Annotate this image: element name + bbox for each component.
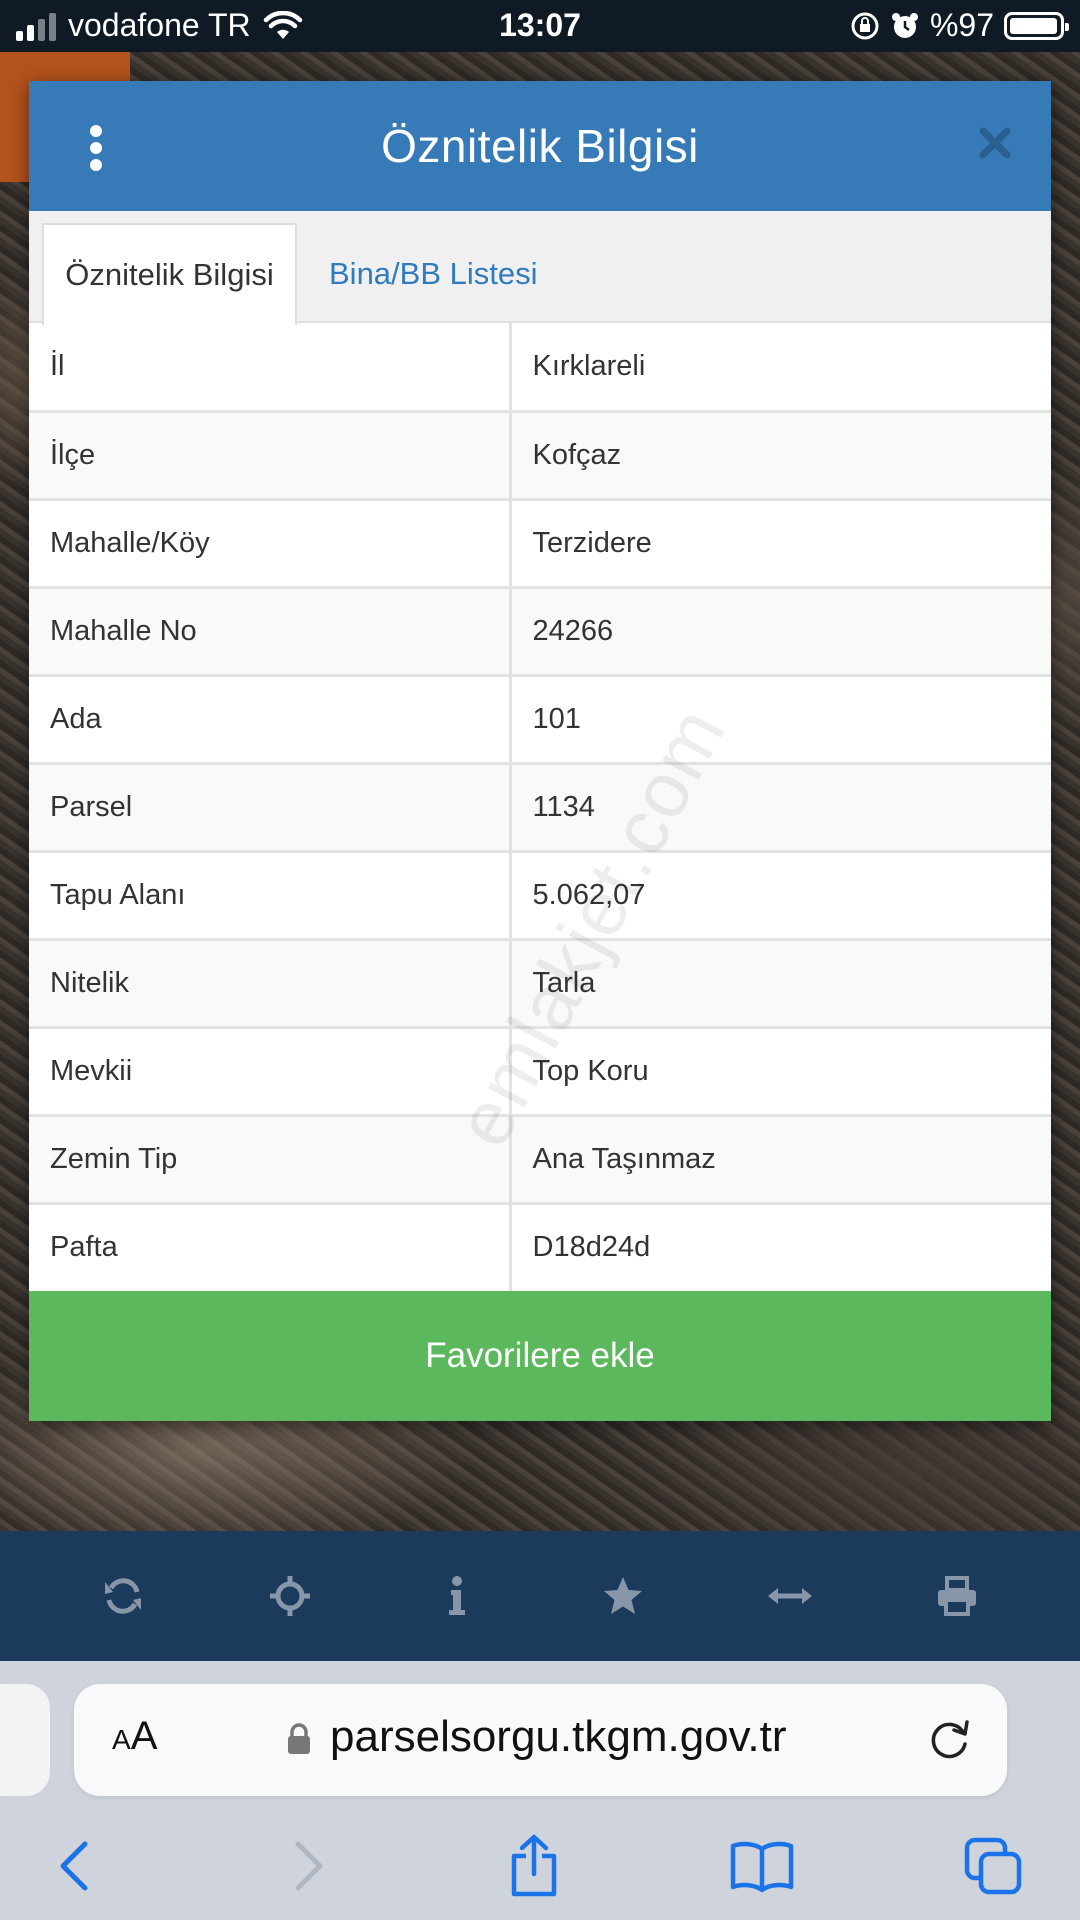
back-icon[interactable] — [35, 1826, 115, 1906]
wifi-icon — [263, 10, 302, 39]
signal-icon — [16, 11, 56, 41]
share-icon[interactable] — [494, 1826, 574, 1906]
table-row: Mahalle No 24266 — [29, 587, 1051, 677]
close-icon[interactable] — [975, 123, 1015, 163]
row-value: Ana Taşınmaz — [510, 1115, 1051, 1205]
table-row: İlçe Kofçaz — [29, 411, 1051, 501]
modal-title: Öznitelik Bilgisi — [381, 120, 699, 172]
table-row: Zemin Tip Ana Taşınmaz — [29, 1115, 1051, 1205]
row-key: Zemin Tip — [29, 1115, 512, 1205]
print-icon[interactable] — [927, 1566, 987, 1626]
address-bar[interactable]: AA parselsorgu.tkgm.gov.tr — [74, 1684, 1007, 1796]
aa-label: AA — [112, 1714, 158, 1758]
refresh-icon[interactable] — [93, 1566, 153, 1626]
table-row: Nitelik Tarla — [29, 939, 1051, 1029]
row-key: Mahalle/Köy — [29, 499, 512, 589]
row-key: Pafta — [29, 1203, 512, 1291]
lock-icon — [288, 1723, 310, 1754]
carrier-label: vodafone TR — [68, 7, 251, 43]
row-key: İl — [29, 323, 512, 413]
row-key: Mahalle No — [29, 587, 512, 677]
table-row: Ada 101 — [29, 675, 1051, 765]
tab-attribute-info[interactable]: Öznitelik Bilgisi — [42, 223, 297, 325]
map-toolbar — [0, 1531, 1080, 1661]
tab-bar: Öznitelik Bilgisi Bina/BB Listesi — [29, 211, 1051, 325]
crosshair-icon[interactable] — [260, 1566, 320, 1626]
browser-nav — [0, 1826, 1080, 1906]
info-icon[interactable] — [427, 1566, 487, 1626]
add-to-favorites-button[interactable]: Favorilere ekle — [29, 1291, 1051, 1421]
row-value: Kofçaz — [510, 411, 1051, 501]
row-key: Tapu Alanı — [29, 851, 512, 941]
previous-tab-preview[interactable] — [0, 1684, 50, 1796]
modal-header: Öznitelik Bilgisi — [29, 81, 1051, 211]
bookmarks-icon[interactable] — [722, 1826, 802, 1906]
row-key: Mevkii — [29, 1027, 512, 1117]
row-key: Ada — [29, 675, 512, 765]
attribute-info-modal: Öznitelik Bilgisi Öznitelik Bilgisi Bina… — [29, 81, 1051, 1421]
row-value: D18d24d — [510, 1203, 1051, 1291]
reader-settings-button[interactable]: AA — [112, 1714, 157, 1759]
forward-icon[interactable] — [268, 1826, 348, 1906]
row-value: 24266 — [510, 587, 1051, 677]
row-value: 101 — [510, 675, 1051, 765]
row-value: Tarla — [510, 939, 1051, 1029]
row-key: Nitelik — [29, 939, 512, 1029]
row-value: Kırklareli — [510, 323, 1051, 413]
attribute-table: İl Kırklareli İlçe Kofçaz Mahalle/Köy Te… — [29, 323, 1051, 1291]
row-value: Terzidere — [510, 499, 1051, 589]
table-row: Parsel 1134 — [29, 763, 1051, 853]
tabs-icon[interactable] — [953, 1826, 1033, 1906]
browser-bar: AA parselsorgu.tkgm.gov.tr — [0, 1661, 1080, 1920]
row-key: Parsel — [29, 763, 512, 853]
table-row: İl Kırklareli — [29, 323, 1051, 413]
table-row: Pafta D18d24d — [29, 1203, 1051, 1291]
url-text: parselsorgu.tkgm.gov.tr — [330, 1712, 787, 1761]
row-value: 1134 — [510, 763, 1051, 853]
battery-icon — [1004, 11, 1069, 40]
measure-icon[interactable] — [760, 1566, 820, 1626]
status-bar: vodafone TR 13:07 %97 — [0, 0, 1080, 52]
row-value: Top Koru — [510, 1027, 1051, 1117]
row-value: 5.062,07 — [510, 851, 1051, 941]
rotation-lock-icon — [851, 12, 879, 39]
alarm-icon — [891, 12, 918, 38]
reload-icon[interactable] — [927, 1716, 973, 1762]
row-key: İlçe — [29, 411, 512, 501]
table-row: Mahalle/Köy Terzidere — [29, 499, 1051, 589]
table-row: Mevkii Top Koru — [29, 1027, 1051, 1117]
table-row: Tapu Alanı 5.062,07 — [29, 851, 1051, 941]
battery-percent: %97 — [929, 7, 994, 43]
star-icon[interactable] — [593, 1566, 653, 1626]
tab-building-list[interactable]: Bina/BB Listesi — [329, 223, 569, 325]
